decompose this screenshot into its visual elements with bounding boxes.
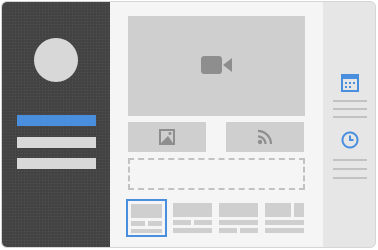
sidebar-item-active[interactable] — [17, 115, 96, 126]
layout-thumbnail-3[interactable] — [218, 199, 259, 237]
image-tile[interactable] — [128, 122, 206, 152]
drop-zone[interactable] — [128, 158, 305, 190]
sidebar-item-3[interactable] — [17, 158, 96, 169]
video-player[interactable] — [128, 16, 305, 116]
clock-widget-line — [333, 168, 367, 170]
calendar-widget-line — [333, 116, 367, 118]
feed-tile[interactable] — [226, 122, 304, 152]
avatar[interactable] — [34, 38, 78, 82]
layout-thumbnail-4[interactable] — [264, 199, 305, 237]
image-icon — [159, 129, 175, 145]
clock-widget-line — [333, 177, 367, 179]
calendar-icon[interactable] — [341, 74, 359, 92]
layout-thumbnail-1[interactable] — [126, 199, 167, 237]
app-window — [1, 1, 376, 248]
sidebar-item-2[interactable] — [17, 137, 96, 148]
main-content — [110, 2, 323, 247]
clock-icon[interactable] — [341, 131, 359, 149]
calendar-widget-line — [333, 100, 367, 102]
right-rail — [323, 2, 375, 247]
rss-feed-icon — [257, 129, 273, 145]
video-camera-icon — [201, 56, 232, 74]
calendar-widget-line — [333, 108, 367, 110]
clock-widget-line — [333, 159, 367, 161]
sidebar — [2, 2, 110, 247]
layout-thumbnail-2[interactable] — [172, 199, 213, 237]
